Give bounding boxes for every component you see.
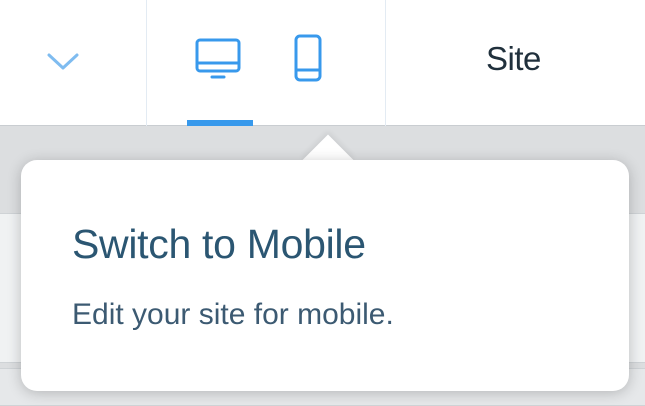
desktop-view-button[interactable]	[192, 30, 244, 90]
editor-top-bar: Site	[0, 0, 645, 126]
active-device-indicator	[187, 120, 253, 126]
topbar-divider	[146, 0, 147, 126]
topbar-divider	[385, 0, 386, 126]
mobile-view-button[interactable]	[284, 30, 336, 90]
tooltip-description: Edit your site for mobile.	[72, 298, 394, 331]
tooltip-arrow-joint	[290, 160, 366, 190]
mobile-icon	[284, 34, 336, 94]
desktop-icon	[192, 38, 244, 94]
chevron-down-icon[interactable]	[44, 48, 82, 74]
switch-to-mobile-tooltip	[21, 160, 629, 391]
tooltip-title: Switch to Mobile	[72, 221, 366, 267]
site-menu-button[interactable]: Site	[486, 40, 541, 78]
